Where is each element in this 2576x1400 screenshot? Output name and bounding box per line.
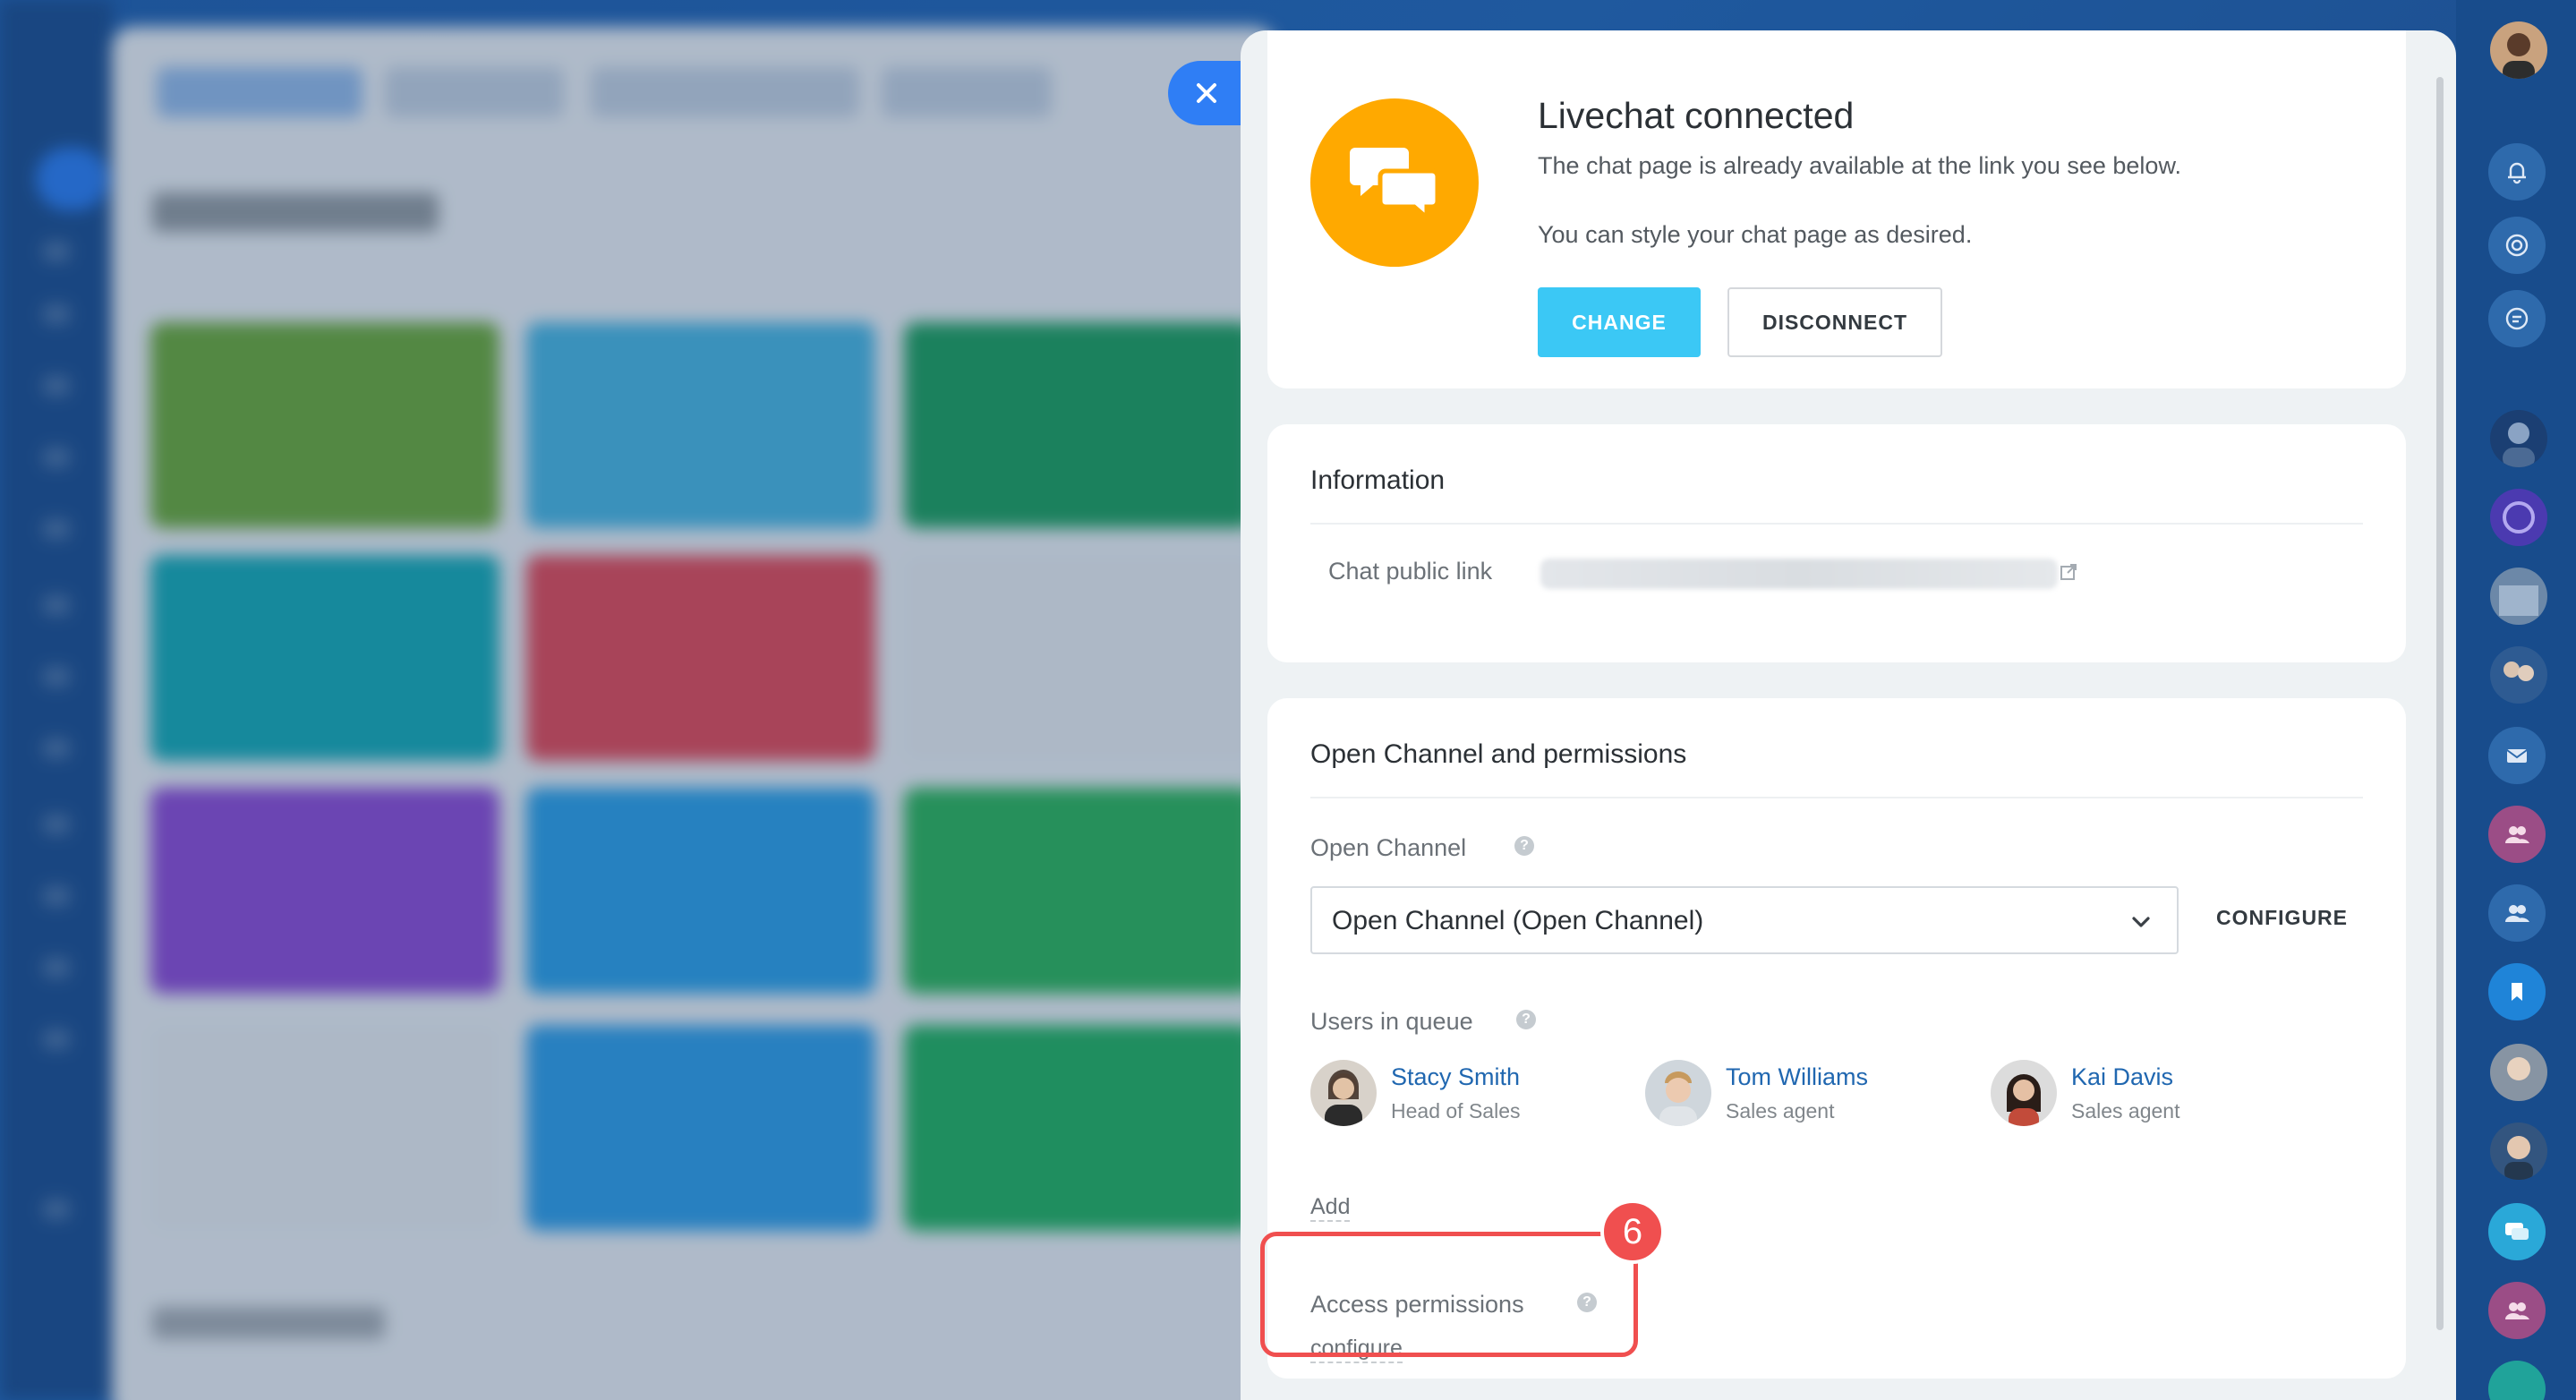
user-role: Head of Sales — [1391, 1099, 1521, 1123]
help-icon[interactable]: ? — [1516, 1010, 1536, 1029]
configure-channel-button[interactable]: CONFIGURE — [2216, 906, 2348, 930]
chat-icon[interactable] — [2488, 1203, 2546, 1260]
contact-avatar[interactable] — [2490, 1123, 2547, 1180]
chat-sync-icon[interactable] — [2488, 290, 2546, 347]
close-slider-button[interactable] — [1168, 61, 1249, 125]
bookmark-icon[interactable] — [2488, 963, 2546, 1020]
avatar-image — [2490, 21, 2547, 79]
livechat-title: Livechat connected — [1538, 95, 1855, 136]
chevron-down-icon — [2132, 917, 2150, 927]
livechat-description: The chat page is already available at th… — [1538, 152, 2181, 179]
livechat-status-card: Livechat connected The chat page is alre… — [1267, 30, 2406, 388]
mail-icon[interactable] — [2488, 727, 2546, 784]
group-icon[interactable] — [2488, 1282, 2546, 1339]
contact-avatar[interactable] — [2490, 568, 2547, 625]
livechat-logo — [1310, 98, 1479, 267]
avatar — [1645, 1060, 1711, 1126]
chat-public-link-label: Chat public link — [1328, 558, 1493, 585]
target-icon[interactable] — [2488, 217, 2546, 274]
right-rail — [2456, 0, 2576, 1400]
disconnect-button[interactable]: DISCONNECT — [1727, 287, 1942, 357]
group-icon[interactable] — [2488, 884, 2546, 942]
open-channel-select[interactable]: Open Channel (Open Channel) — [1310, 886, 2179, 954]
user-role: Sales agent — [1726, 1099, 1835, 1123]
livechat-slider-panel: Livechat connected The chat page is alre… — [1241, 30, 2456, 1400]
user-role: Sales agent — [2071, 1099, 2180, 1123]
information-title: Information — [1310, 465, 1446, 495]
open-channel-section-title: Open Channel and permissions — [1310, 739, 1687, 769]
information-card: Information Chat public link — [1267, 424, 2406, 662]
divider — [1310, 523, 2363, 525]
user-name[interactable]: Stacy Smith — [1391, 1063, 1520, 1091]
help-icon[interactable]: ? — [1514, 836, 1534, 856]
divider — [1310, 797, 2363, 798]
bell-icon[interactable] — [2488, 143, 2546, 201]
open-channel-selected-value: Open Channel (Open Channel) — [1332, 906, 1704, 935]
step-number-badge: 6 — [1600, 1199, 1665, 1264]
livechat-style-hint: You can style your chat page as desired. — [1538, 221, 1973, 248]
avatar — [1310, 1060, 1377, 1126]
group-icon[interactable] — [2488, 806, 2546, 863]
contact-avatar[interactable] — [2490, 489, 2547, 546]
user-avatar[interactable] — [2490, 21, 2547, 79]
scrollbar-thumb[interactable] — [2436, 77, 2444, 1330]
change-button[interactable]: CHANGE — [1538, 287, 1701, 357]
contact-avatar[interactable] — [2490, 1044, 2547, 1101]
user-name[interactable]: Kai Davis — [2071, 1063, 2173, 1091]
step-highlight-frame — [1260, 1232, 1638, 1357]
user-name[interactable]: Tom Williams — [1726, 1063, 1868, 1091]
chat-public-link-value[interactable] — [1540, 559, 2058, 589]
avatar — [1991, 1060, 2057, 1126]
external-link-icon[interactable] — [2059, 562, 2078, 582]
add-user-link[interactable]: Add — [1310, 1194, 1351, 1222]
open-channel-label: Open Channel — [1310, 834, 1467, 861]
contact-avatar[interactable] — [2490, 410, 2547, 467]
contact-avatar[interactable] — [2490, 646, 2547, 704]
users-in-queue-label: Users in queue — [1310, 1008, 1473, 1035]
close-icon — [1197, 83, 1216, 103]
contact-avatar[interactable] — [2488, 1361, 2546, 1400]
chat-bubbles-icon — [1350, 148, 1439, 221]
panel-scrollbar[interactable] — [2436, 77, 2445, 1330]
